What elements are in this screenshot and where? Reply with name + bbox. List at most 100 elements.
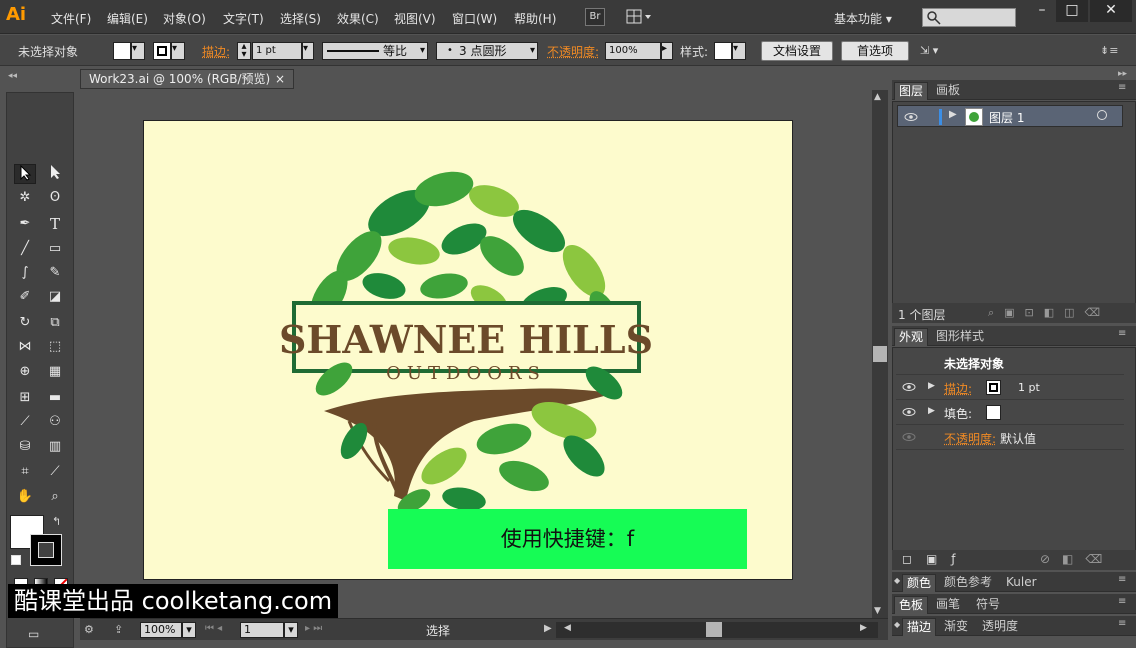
stroke-swatch[interactable] [153, 42, 171, 60]
layer-target-icon[interactable] [1097, 110, 1107, 120]
column-graph-tool-icon[interactable]: ▥ [44, 437, 66, 457]
expand-panels-icon[interactable]: ▸▸ [1118, 69, 1127, 79]
blob-brush-tool-icon[interactable]: ✐ [14, 287, 36, 307]
menu-help[interactable]: 帮助(H) [514, 10, 556, 27]
close-window-button[interactable]: ✕ [1090, 0, 1132, 22]
opacity-dropdown[interactable]: ▸ [661, 42, 673, 60]
fill-swatch[interactable] [113, 42, 131, 60]
layers-footer-icons[interactable]: ⌕▣⊡◧◫⌫ [988, 306, 1110, 320]
tab-kuler[interactable]: Kuler [1002, 574, 1041, 592]
bridge-button[interactable]: Br [585, 8, 605, 26]
scale-tool-icon[interactable]: ⧉ [44, 313, 66, 333]
type-tool-icon[interactable]: T [44, 214, 66, 234]
arrange-docs-button[interactable] [626, 9, 652, 25]
last-artboard-icon[interactable]: ▸ ⏭ [305, 623, 322, 634]
selection-tool-icon[interactable] [14, 164, 36, 184]
paintbrush-tool-icon[interactable]: ∫ [14, 263, 36, 283]
opacity-label[interactable]: 不透明度: [547, 43, 599, 60]
menu-window[interactable]: 窗口(W) [452, 10, 497, 27]
stroke-dropdown[interactable]: ▾ [171, 42, 185, 60]
appearance-stroke-row[interactable]: ▶ 描边: 1 pt [896, 376, 1124, 400]
horizontal-scroll-thumb[interactable] [706, 622, 722, 637]
blend-tool-icon[interactable]: ⚇ [44, 412, 66, 432]
menu-view[interactable]: 视图(V) [394, 10, 436, 27]
tab-stroke[interactable]: 描边 [902, 618, 936, 636]
perspective-grid-tool-icon[interactable]: ▦ [44, 362, 66, 382]
scroll-right-icon[interactable]: ▶ [860, 623, 867, 633]
scroll-up-icon[interactable]: ▲ [874, 92, 881, 102]
eraser-tool-icon[interactable]: ◪ [44, 287, 66, 307]
close-tab-icon[interactable]: × [275, 70, 285, 88]
control-panel-menu-icon[interactable]: ⇟≡ [1100, 44, 1118, 58]
stroke-weight-field[interactable]: 1 pt [252, 42, 302, 60]
line-tool-icon[interactable]: ╱ [14, 239, 36, 259]
gpu-status-icon[interactable]: ⚙ [84, 623, 94, 636]
swap-fill-stroke-icon[interactable]: ↰ [52, 515, 61, 528]
visibility-eye-icon[interactable] [904, 111, 918, 123]
layer-name[interactable]: 图层 1 [989, 109, 1024, 126]
artboard-dropdown[interactable]: ▾ [284, 622, 298, 638]
tab-swatches[interactable]: 色板 [894, 596, 928, 614]
scroll-left-icon[interactable]: ◀ [564, 623, 571, 633]
variable-width-profile[interactable]: 等比 ▾ [322, 42, 428, 60]
pen-tool-icon[interactable]: ✒ [14, 214, 36, 234]
hand-tool-icon[interactable]: ✋ [14, 487, 36, 507]
layer-row[interactable]: ▶ 图层 1 [897, 105, 1123, 127]
slice-tool-icon[interactable]: ⟋ [44, 462, 66, 482]
tab-appearance[interactable]: 外观 [894, 328, 928, 346]
graphic-style-swatch[interactable] [714, 42, 732, 60]
document-setup-button[interactable]: 文档设置 [761, 41, 833, 61]
appearance-opacity-label[interactable]: 不透明度: [944, 430, 996, 447]
layers-menu-icon[interactable]: ≡ [1118, 82, 1126, 93]
fill-dropdown[interactable]: ▾ [131, 42, 145, 60]
menu-object[interactable]: 对象(O) [163, 10, 206, 27]
share-icon[interactable]: ⇪ [114, 623, 123, 636]
free-transform-tool-icon[interactable]: ⬚ [44, 337, 66, 357]
expand-stroke-panel-icon[interactable]: ◆ [894, 620, 900, 629]
tab-symbols[interactable]: 符号 [972, 596, 1004, 614]
document-tab[interactable]: Work23.ai @ 100% (RGB/预览) × [80, 69, 294, 89]
appearance-stroke-label[interactable]: 描边: [944, 380, 972, 397]
expand-fill-icon[interactable]: ▶ [928, 406, 935, 416]
zoom-level-field[interactable]: 100% [140, 622, 182, 638]
pencil-tool-icon[interactable]: ✎ [44, 263, 66, 283]
menu-type[interactable]: 文字(T) [223, 10, 264, 27]
tab-graphic-styles[interactable]: 图形样式 [932, 328, 988, 346]
shape-builder-tool-icon[interactable]: ⊕ [14, 362, 36, 382]
artboard-tool-icon[interactable]: ⌗ [14, 462, 36, 482]
width-tool-icon[interactable]: ⋈ [14, 337, 36, 357]
mesh-tool-icon[interactable]: ⊞ [14, 388, 36, 408]
tab-color-guide[interactable]: 颜色参考 [940, 574, 996, 592]
rotate-tool-icon[interactable]: ↻ [14, 313, 36, 333]
vertical-scroll-thumb[interactable] [873, 346, 887, 362]
zoom-tool-icon[interactable]: ⌕ [44, 487, 66, 507]
tab-color[interactable]: 颜色 [902, 574, 936, 592]
status-menu-icon[interactable]: ▶ [544, 623, 552, 634]
default-colors-icon[interactable] [11, 555, 21, 565]
zoom-dropdown[interactable]: ▾ [182, 622, 196, 638]
stroke-menu-icon[interactable]: ≡ [1118, 618, 1126, 629]
gradient-tool-icon[interactable]: ▬ [44, 388, 66, 408]
expand-layer-icon[interactable]: ▶ [949, 109, 957, 120]
menu-select[interactable]: 选择(S) [280, 10, 321, 27]
workspace-switcher[interactable]: 基本功能 ▾ [834, 10, 892, 27]
appearance-fill-swatch[interactable] [986, 405, 1001, 420]
tab-layers[interactable]: 图层 [894, 82, 928, 100]
lasso-tool-icon[interactable]: ʘ [44, 188, 66, 208]
stroke-visibility-eye-icon[interactable] [902, 381, 916, 393]
appearance-footer-icons[interactable]: ◻▣ƒ [902, 552, 970, 566]
preferences-button[interactable]: 首选项 [841, 41, 909, 61]
swatches-menu-icon[interactable]: ≡ [1118, 596, 1126, 607]
brush-definition[interactable]: • 3 点圆形 ▾ [436, 42, 538, 60]
stroke-weight-dropdown[interactable]: ▾ [302, 42, 314, 60]
color-menu-icon[interactable]: ≡ [1118, 574, 1126, 585]
magic-wand-tool-icon[interactable]: ✲ [14, 188, 36, 208]
graphic-style-dropdown[interactable]: ▾ [732, 42, 746, 60]
appearance-fill-row[interactable]: ▶ 填色: [896, 401, 1124, 425]
artboard-number-field[interactable]: 1 [240, 622, 284, 638]
direct-selection-tool-icon[interactable] [44, 164, 66, 184]
symbol-sprayer-tool-icon[interactable]: ⛁ [14, 437, 36, 457]
expand-stroke-icon[interactable]: ▶ [928, 381, 935, 391]
tab-artboards[interactable]: 画板 [932, 82, 964, 100]
isolate-object-button[interactable]: ⇲ ▾ [920, 44, 954, 58]
